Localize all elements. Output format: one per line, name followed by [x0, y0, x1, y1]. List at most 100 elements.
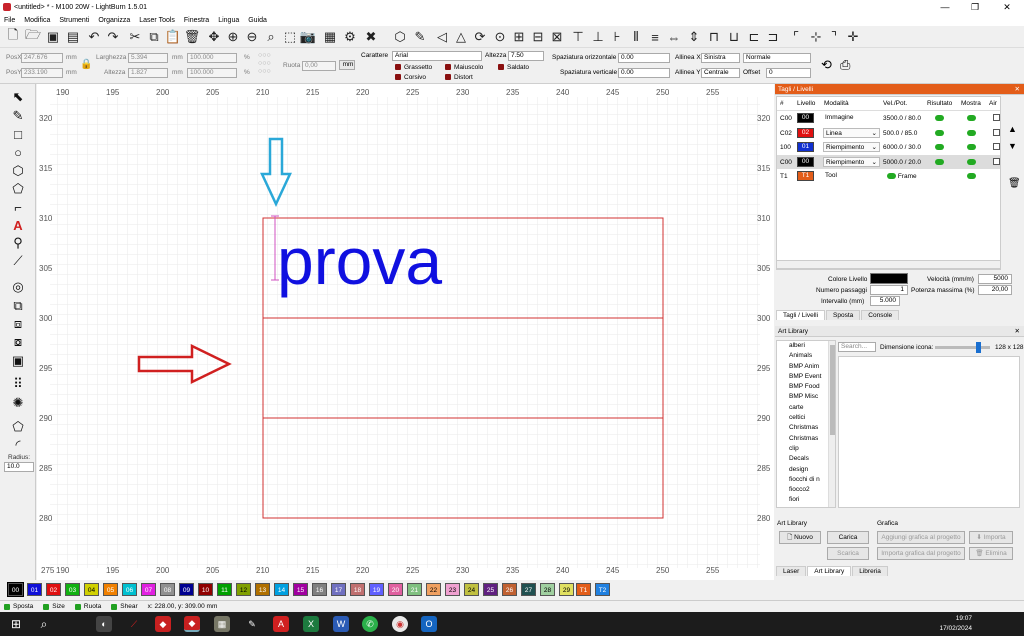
scale-height-input[interactable]: 100.000 — [187, 68, 237, 78]
status-move[interactable]: Sposta — [4, 603, 33, 610]
circular-array-icon[interactable]: ✺ — [9, 395, 27, 411]
align-top-icon[interactable]: ⊤ — [570, 29, 586, 45]
load-library-button[interactable]: Carica — [827, 531, 869, 544]
art-search-input[interactable]: Search... — [838, 342, 876, 352]
cut-row-layer-swatch[interactable]: 00 — [797, 156, 814, 167]
art-library-item[interactable]: Christmas — [777, 434, 827, 444]
palette-swatch-26[interactable]: 26 — [502, 583, 517, 596]
palette-swatch-24[interactable]: 24 — [464, 583, 479, 596]
taskbar-outlook-icon[interactable]: O — [421, 616, 437, 632]
cut-row-air-checkbox[interactable] — [993, 128, 1000, 136]
cut-layer-row[interactable]: C00 00 Riempimento ⌄ 5000.0 / 20.0 — [777, 154, 1000, 169]
cut-row-layer-swatch[interactable]: T1 — [797, 171, 814, 181]
palette-swatch-20[interactable]: 20 — [388, 583, 403, 596]
import-button[interactable]: ⬇ Importa — [969, 531, 1013, 544]
cut-layer-row[interactable]: C02 02 Linea ⌄ 500.0 / 85.0 — [777, 126, 1000, 141]
cut-row-air-checkbox[interactable] — [993, 157, 1000, 165]
zoom-in-icon[interactable]: ⊕ — [225, 29, 241, 45]
position-pin-icon[interactable]: ⚲ — [9, 235, 27, 251]
menu-tools[interactable]: Strumenti — [59, 17, 89, 24]
taskbar-excel-icon[interactable]: X — [303, 616, 319, 632]
scale-width-input[interactable]: 100.000 — [187, 53, 237, 63]
canvas-svg[interactable]: 190 195 200 205 210 215 220 225 230 235 … — [37, 84, 774, 580]
move-apart-icon[interactable]: ⊔ — [726, 29, 742, 45]
taskbar-search-icon[interactable]: ⌕ — [36, 616, 52, 632]
palette-swatch-27[interactable]: 27 — [521, 583, 536, 596]
art-library-item[interactable]: design — [777, 465, 827, 475]
mirror-v-icon[interactable]: △ — [453, 29, 469, 45]
cut-layer-row[interactable]: T1 T1 Tool Frame — [777, 169, 1000, 184]
icon-size-slider-knob[interactable] — [976, 342, 981, 353]
select-arrow-icon[interactable]: ⬉ — [9, 89, 27, 105]
palette-swatch-06[interactable]: 06 — [122, 583, 137, 596]
uppercase-checkbox[interactable]: Maiuscolo — [445, 64, 483, 71]
weld-icon[interactable]: ▣ — [9, 353, 27, 369]
align-right-icon[interactable]: ⊠ — [549, 29, 565, 45]
delete-layer-icon[interactable]: 🗑 — [1008, 178, 1021, 189]
bold-checkbox[interactable]: Grassetto — [395, 64, 432, 71]
settings-icon[interactable]: ⚙ — [342, 29, 358, 45]
art-library-item[interactable]: BMP Misc — [777, 392, 827, 402]
art-library-item[interactable]: fiori — [777, 495, 827, 505]
windows-start-icon[interactable]: ⊞ — [8, 616, 24, 632]
redo-icon[interactable]: ↷ — [105, 29, 121, 45]
mirror-h-icon[interactable]: ◁ — [434, 29, 450, 45]
add-graphic-button[interactable]: Aggiungi grafica al progetto — [877, 531, 965, 544]
edit-nodes-icon[interactable]: ✎ — [9, 108, 27, 124]
taskbar-lightburn-active-icon[interactable]: ◆ — [184, 616, 200, 632]
delete-icon[interactable]: 🗑 — [184, 29, 201, 45]
palette-swatch-09[interactable]: 09 — [179, 583, 194, 596]
ellipse-icon[interactable]: ○ — [9, 144, 27, 160]
align-middle-icon[interactable]: ⊥ — [590, 29, 606, 45]
taskbar-acrobat-icon[interactable]: A — [273, 616, 289, 632]
menu-file[interactable]: File — [4, 17, 15, 24]
zoom-fit-icon[interactable]: ⌕ — [263, 29, 279, 45]
taskbar-tool-icon[interactable]: ✎ — [244, 616, 260, 632]
art-library-item[interactable]: carte — [777, 403, 827, 413]
unit-toggle-button[interactable]: mm — [339, 60, 355, 70]
node-edit-icon[interactable]: ✎ — [412, 29, 428, 45]
art-library-item[interactable]: fiocco2 — [777, 485, 827, 495]
art-library-item[interactable]: BMP Event — [777, 372, 827, 382]
menu-help[interactable]: Guida — [248, 17, 267, 24]
workspace-canvas[interactable]: 190 195 200 205 210 215 220 225 230 235 … — [37, 84, 774, 580]
cut-row-air-checkbox[interactable] — [993, 114, 1000, 121]
palette-swatch-03[interactable]: 03 — [65, 583, 80, 596]
unload-library-button[interactable]: Scarica — [827, 547, 869, 560]
tools-icon[interactable]: ✖ — [363, 29, 379, 45]
offset-shapes-icon[interactable]: ◎ — [9, 279, 27, 295]
text-mode-select[interactable]: Normale — [743, 53, 811, 63]
cut-row-show-toggle[interactable] — [967, 158, 976, 166]
cut-layer-row[interactable]: 100 01 Riempimento ⌄ 6000.0 / 30.0 — [777, 140, 1000, 155]
cut-row-output-toggle[interactable] — [935, 144, 944, 151]
cut-icon[interactable]: ✂ — [127, 29, 143, 45]
cuts-hscrollbar[interactable] — [776, 260, 1001, 269]
tab-laser[interactable]: Laser — [776, 566, 807, 576]
menu-edit[interactable]: Modifica — [24, 17, 50, 24]
aligny-select[interactable]: Centrale — [701, 68, 740, 78]
art-library-item[interactable]: celtici — [777, 413, 827, 423]
cut-row-mode[interactable]: Tool — [823, 171, 880, 181]
anchor-grid-icon[interactable]: ○○○ ○○○ ○○○ — [258, 52, 280, 78]
art-library-close-icon[interactable]: ✕ — [1015, 326, 1020, 337]
art-library-item[interactable]: BMP Anim — [777, 362, 827, 372]
art-library-item[interactable]: Animals — [777, 351, 827, 361]
welded-checkbox[interactable]: Saldato — [498, 64, 529, 71]
art-library-item[interactable]: Decals — [777, 454, 827, 464]
rotate-icon[interactable]: ⟳ — [472, 29, 488, 45]
same-height-icon[interactable]: ⇕ — [686, 29, 702, 45]
offset-input[interactable]: 0 — [766, 68, 811, 78]
align-left-icon[interactable]: ⊞ — [511, 29, 527, 45]
radius-input[interactable]: 10.0 — [4, 462, 34, 472]
target-icon[interactable]: ⊙ — [492, 29, 508, 45]
distribute-v-icon[interactable]: ≡ — [647, 29, 663, 45]
lock-icon[interactable]: 🔒 — [80, 59, 92, 70]
grid-array-icon[interactable]: ⠿ — [9, 376, 27, 392]
tab-cuts-layers[interactable]: Tagli / Livelli — [776, 310, 826, 320]
group-icon[interactable]: ⊏ — [746, 29, 762, 45]
move-together-icon[interactable]: ⊓ — [706, 29, 722, 45]
art-library-item[interactable]: BMP Food — [777, 382, 827, 392]
speed-input[interactable]: 5000 — [978, 274, 1012, 284]
palette-swatch-17[interactable]: 17 — [331, 583, 346, 596]
cut-row-mode[interactable]: Immagine — [823, 113, 880, 123]
